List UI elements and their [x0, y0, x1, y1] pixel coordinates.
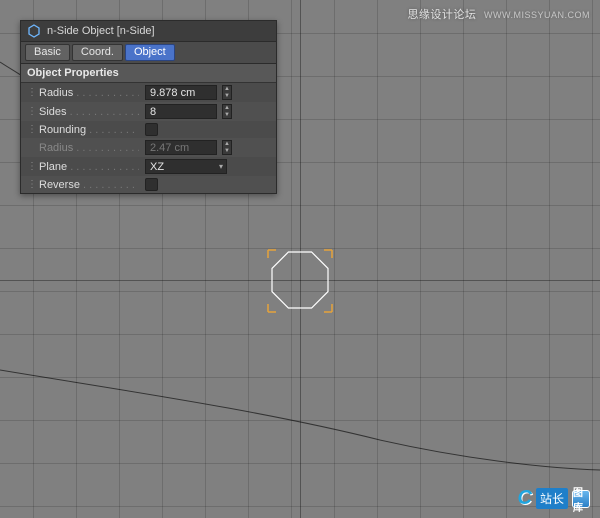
prop-plane: ⋮ Plane XZ ▾	[21, 157, 276, 176]
input-sides[interactable]: 8	[145, 104, 217, 119]
label-sides: Sides	[39, 106, 139, 118]
panel-header[interactable]: n-Side Object [n-Side]	[21, 21, 276, 42]
axis-vertical	[300, 0, 301, 518]
watermark-bottom: C 站长 图库	[518, 487, 590, 510]
label-radius: Radius	[39, 87, 139, 99]
prop-reverse: ⋮ Reverse	[21, 176, 276, 193]
prop-rounding: ⋮ Rounding	[21, 121, 276, 138]
tab-basic[interactable]: Basic	[25, 44, 70, 61]
axis-horizontal	[0, 280, 600, 281]
attribute-panel: n-Side Object [n-Side] Basic Coord. Obje…	[20, 20, 277, 194]
spinner-sides[interactable]: ▲▼	[222, 104, 232, 119]
label-rounding: Rounding	[39, 124, 139, 136]
label-rounding-radius: Radius	[39, 142, 139, 154]
section-object-properties: Object Properties	[21, 64, 276, 83]
drag-handle-icon[interactable]: ⋮	[27, 125, 33, 135]
drag-handle-icon[interactable]: ⋮	[27, 107, 33, 117]
logo-icon: C	[518, 487, 532, 510]
prop-radius: ⋮ Radius 9.878 cm ▲▼	[21, 83, 276, 102]
label-plane: Plane	[39, 161, 139, 173]
checkbox-rounding[interactable]	[145, 123, 158, 136]
spinner-radius[interactable]: ▲▼	[222, 85, 232, 100]
drag-handle-icon	[27, 143, 33, 153]
drag-handle-icon[interactable]: ⋮	[27, 180, 33, 190]
tab-coord[interactable]: Coord.	[72, 44, 123, 61]
input-rounding-radius: 2.47 cm	[145, 140, 217, 155]
panel-tabs: Basic Coord. Object	[21, 42, 276, 64]
input-radius[interactable]: 9.878 cm	[145, 85, 217, 100]
checkbox-reverse[interactable]	[145, 178, 158, 191]
hexagon-icon	[27, 24, 41, 38]
prop-rounding-radius: Radius 2.47 cm ▲▼	[21, 138, 276, 157]
chevron-down-icon: ▾	[219, 162, 223, 171]
select-plane[interactable]: XZ ▾	[145, 159, 227, 174]
spinner-rounding-radius: ▲▼	[222, 140, 232, 155]
drag-handle-icon[interactable]: ⋮	[27, 162, 33, 172]
prop-sides: ⋮ Sides 8 ▲▼	[21, 102, 276, 121]
label-reverse: Reverse	[39, 179, 139, 191]
drag-handle-icon[interactable]: ⋮	[27, 88, 33, 98]
panel-title: n-Side Object [n-Side]	[47, 25, 155, 37]
watermark-top: 思缘设计论坛 WWW.MISSYUAN.COM	[407, 6, 590, 22]
tab-object[interactable]: Object	[125, 44, 175, 61]
badge-icon: 图库	[572, 490, 590, 508]
